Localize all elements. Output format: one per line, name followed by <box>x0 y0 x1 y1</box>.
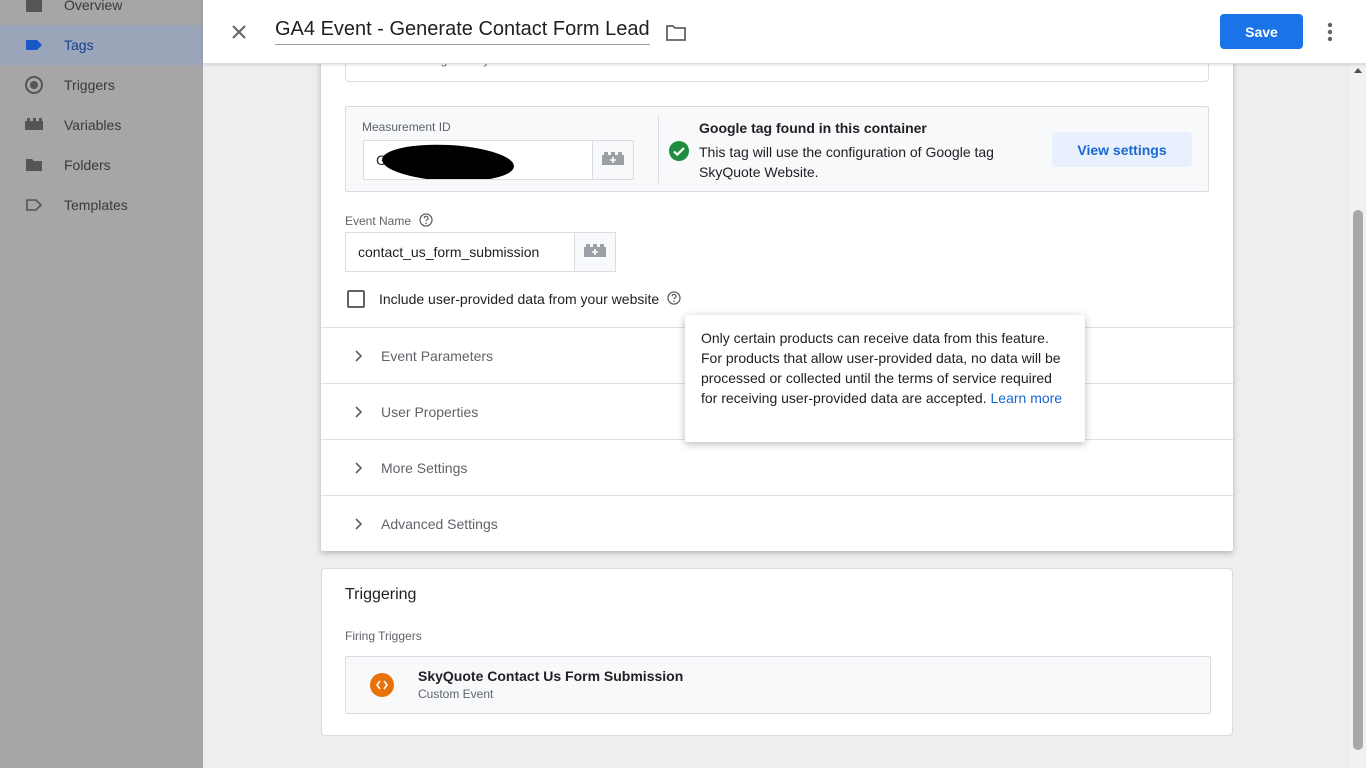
insert-variable-button[interactable] <box>592 140 634 180</box>
section-label: More Settings <box>381 459 468 476</box>
redaction-mark <box>381 141 515 179</box>
folder-icon <box>24 155 44 175</box>
section-more-settings[interactable]: More Settings <box>321 439 1233 495</box>
sidebar-item-label: Overview <box>64 0 123 13</box>
chevron-right-icon <box>351 461 365 475</box>
event-name-label: Event Name <box>345 214 412 228</box>
event-name-value: contact_us_form_submission <box>358 244 540 260</box>
sidebar-item-label: Variables <box>64 117 122 133</box>
trigger-type: Custom Event <box>418 687 494 701</box>
firing-triggers-label: Firing Triggers <box>345 629 422 643</box>
sidebar-item-variables[interactable]: Variables <box>0 105 203 145</box>
section-label: User Properties <box>381 403 479 420</box>
divider <box>658 115 659 183</box>
chevron-right-icon <box>351 517 365 531</box>
sidebar-item-label: Folders <box>64 157 111 173</box>
include-user-data-label[interactable]: Include user-provided data from your web… <box>379 291 659 307</box>
triggering-card[interactable]: Triggering Firing Triggers SkyQuote Cont… <box>321 568 1233 736</box>
tag-editor-header: GA4 Event - Generate Contact Form Lead S… <box>203 0 1366 64</box>
trigger-name: SkyQuote Contact Us Form Submission <box>418 668 684 684</box>
sidebar-item-triggers[interactable]: Triggers <box>0 65 203 105</box>
event-name-label-row: Event Name <box>345 213 435 229</box>
sidebar-item-overview[interactable]: Overview <box>0 0 203 25</box>
measurement-id-input[interactable]: G- <box>363 140 593 180</box>
triggering-title: Triggering <box>345 586 417 603</box>
template-icon <box>24 195 44 215</box>
tag-icon <box>24 35 44 55</box>
scrollbar-thumb[interactable] <box>1353 210 1363 750</box>
insert-variable-button[interactable] <box>574 232 616 272</box>
event-name-input[interactable]: contact_us_form_submission <box>345 232 575 272</box>
tag-name-title[interactable]: GA4 Event - Generate Contact Form Lead <box>275 18 650 45</box>
chevron-right-icon <box>351 405 365 419</box>
section-label: Advanced Settings <box>381 515 498 532</box>
folder-icon[interactable] <box>663 20 689 46</box>
section-label: Event Parameters <box>381 347 494 364</box>
close-icon[interactable] <box>227 18 251 46</box>
google-tag-found-title: Google tag found in this container <box>699 120 927 136</box>
section-advanced-settings[interactable]: Advanced Settings <box>321 495 1233 551</box>
help-icon[interactable] <box>667 291 683 307</box>
variables-icon <box>24 115 44 135</box>
google-tag-found-description: This tag will use the configuration of G… <box>699 144 994 180</box>
trigger-icon <box>24 75 44 95</box>
view-settings-button[interactable]: View settings <box>1052 132 1192 167</box>
variable-picker-icon <box>601 150 625 171</box>
sidebar-item-label: Tags <box>64 37 94 53</box>
chevron-right-icon <box>351 349 365 363</box>
overview-icon <box>24 0 44 15</box>
measurement-id-panel: Measurement ID G- Google tag found in th… <box>345 106 1209 192</box>
trigger-item[interactable]: SkyQuote Contact Us Form Submission Cust… <box>345 656 1211 714</box>
save-button[interactable]: Save <box>1220 14 1303 49</box>
sidebar-item-templates[interactable]: Templates <box>0 185 203 225</box>
custom-event-icon <box>370 673 394 697</box>
check-circle-icon <box>668 140 690 162</box>
more-options-icon[interactable] <box>1318 18 1342 46</box>
sidebar-item-label: Triggers <box>64 77 115 93</box>
learn-more-link[interactable]: Learn more <box>991 390 1063 406</box>
variable-picker-icon <box>583 242 607 263</box>
scroll-up-arrow-icon[interactable] <box>1354 68 1362 73</box>
sidebar: Overview Tags Triggers Variables Folders… <box>0 0 203 768</box>
scrollbar[interactable] <box>1350 64 1366 768</box>
sidebar-item-tags[interactable]: Tags <box>0 25 203 65</box>
help-icon[interactable] <box>419 213 435 229</box>
user-data-tooltip: Only certain products can receive data f… <box>685 315 1085 442</box>
include-user-data-checkbox[interactable] <box>347 290 365 308</box>
include-user-data-row: Include user-provided data from your web… <box>347 290 683 308</box>
sidebar-item-folders[interactable]: Folders <box>0 145 203 185</box>
sidebar-item-label: Templates <box>64 197 128 213</box>
measurement-id-label: Measurement ID <box>362 120 451 134</box>
tag-configuration-card: Google Analytics Measurement ID G- Googl… <box>321 40 1233 551</box>
